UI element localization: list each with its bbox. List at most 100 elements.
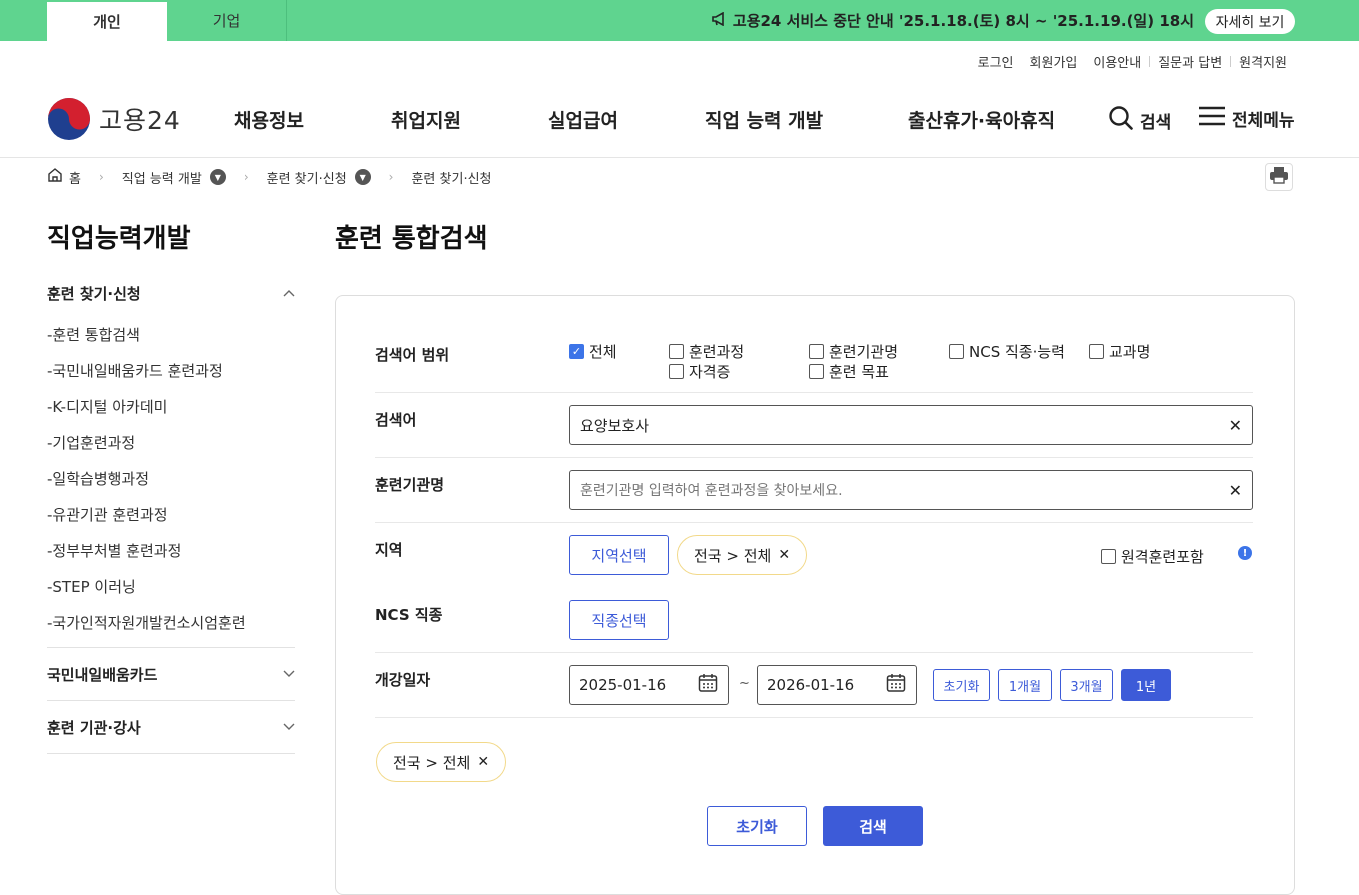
page-title: 훈련 통합검색 (335, 224, 488, 254)
checkbox-checked-icon: ✓ (569, 344, 584, 359)
nav-employment-support[interactable]: 취업지원 (391, 106, 461, 133)
keyword-input[interactable]: 요양보호사 ✕ (569, 405, 1253, 445)
checkbox-label: NCS 직종·능력 (969, 343, 1065, 361)
signup-link[interactable]: 회원가입 (1022, 52, 1086, 71)
chevron-right-icon: › (388, 170, 394, 184)
end-date-value: 2026-01-16 (767, 676, 855, 694)
sidebar-item-card-courses[interactable]: -국민내일배움카드 훈련과정 (47, 352, 295, 388)
scope-goal-checkbox[interactable]: 훈련 목표 (809, 361, 889, 382)
chevron-up-icon (283, 287, 295, 300)
selected-filter-chip[interactable]: 전국 > 전체 ✕ (376, 742, 507, 782)
checkbox-label: 교과명 (1109, 343, 1151, 361)
qna-link[interactable]: 질문과 답변 (1150, 52, 1230, 71)
all-menu-button[interactable]: 전체메뉴 (1198, 105, 1295, 132)
sidebar-item-consortium[interactable]: -국가인적자원개발컨소시엄훈련 (47, 604, 295, 640)
utility-links: 로그인 회원가입 이용안내 질문과 답변 원격지원 (970, 52, 1295, 71)
tab-business[interactable]: 기업 (167, 0, 287, 41)
breadcrumb-skill-development[interactable]: 직업 능력 개발 ▼ (122, 168, 226, 187)
nav-jobs[interactable]: 채용정보 (234, 106, 304, 133)
checkbox-icon (949, 344, 964, 359)
scope-course-checkbox[interactable]: 훈련과정 (669, 341, 744, 362)
calendar-icon[interactable] (698, 673, 718, 697)
header-search-button[interactable]: 검색 (1108, 105, 1171, 136)
nav-skill-development[interactable]: 직업 능력 개발 (705, 106, 823, 133)
sidebar-section-card[interactable]: 국민내일배움카드 (47, 664, 295, 685)
sidebar-item-k-digital[interactable]: -K-디지털 아카데미 (47, 388, 295, 424)
checkbox-icon (669, 344, 684, 359)
print-button[interactable] (1265, 163, 1293, 191)
breadcrumb-training-search[interactable]: 훈련 찾기·신청 ▼ (267, 168, 371, 187)
chevron-right-icon: › (243, 170, 249, 184)
sidebar-section-label: 훈련 기관·강사 (47, 719, 141, 737)
nav-unemployment-benefit[interactable]: 실업급여 (548, 106, 618, 133)
period-1year-button[interactable]: 1년 (1121, 669, 1171, 701)
remote-training-checkbox[interactable]: 원격훈련포함 (1101, 546, 1204, 567)
taegeuk-logo-icon (47, 97, 91, 141)
row-divider (375, 457, 1253, 458)
guide-link[interactable]: 이용안내 (1085, 52, 1149, 71)
nav-parental-leave[interactable]: 출산휴가·육아휴직 (908, 106, 1055, 133)
sidebar-item-related-agency[interactable]: -유관기관 훈련과정 (47, 496, 295, 532)
scope-certificate-checkbox[interactable]: 자격증 (669, 361, 730, 382)
scope-subject-checkbox[interactable]: 교과명 (1089, 341, 1150, 362)
clear-icon[interactable]: ✕ (1229, 416, 1242, 435)
chevron-down-icon (283, 721, 295, 734)
sidebar-divider (47, 647, 295, 648)
reset-button[interactable]: 초기화 (707, 806, 807, 846)
sidebar-divider (47, 753, 295, 754)
region-chip[interactable]: 전국 > 전체 ✕ (677, 535, 808, 575)
date-range-separator: ~ (739, 676, 750, 691)
remote-support-link[interactable]: 원격지원 (1231, 52, 1295, 71)
checkbox-icon (1101, 549, 1116, 564)
search-panel (335, 295, 1295, 895)
calendar-icon[interactable] (886, 673, 906, 697)
end-date-input[interactable]: 2026-01-16 (757, 665, 917, 705)
sidebar-section-training-search[interactable]: 훈련 찾기·신청 (47, 283, 295, 304)
tab-personal[interactable]: 개인 (47, 0, 167, 41)
period-reset-button[interactable]: 초기화 (933, 669, 990, 701)
logo[interactable]: 고용24 (47, 97, 181, 141)
search-icon (1108, 105, 1134, 136)
sidebar-item-company-training[interactable]: -기업훈련과정 (47, 424, 295, 460)
clear-icon[interactable]: ✕ (1229, 481, 1242, 500)
ncs-label: NCS 직종 (375, 606, 443, 624)
breadcrumb-label: 직업 능력 개발 (121, 171, 202, 187)
checkbox-label: 원격훈련포함 (1121, 548, 1204, 566)
checkbox-label: 훈련기관명 (829, 343, 899, 361)
close-icon[interactable]: ✕ (778, 547, 790, 563)
sidebar-item-integrated-search[interactable]: -훈련 통합검색 (47, 316, 295, 352)
sidebar-item-ministry[interactable]: -정부부처별 훈련과정 (47, 532, 295, 568)
sidebar-item-step-elearning[interactable]: -STEP 이러닝 (47, 568, 295, 604)
logo-text: 고용24 (99, 106, 181, 135)
start-date-input[interactable]: 2025-01-16 (569, 665, 729, 705)
keyword-label: 검색어 (375, 411, 417, 429)
period-1month-button[interactable]: 1개월 (998, 669, 1052, 701)
breadcrumb-home[interactable]: 홈 (47, 167, 81, 187)
sidebar-section-institution[interactable]: 훈련 기관·강사 (47, 717, 295, 738)
dropdown-icon[interactable]: ▼ (354, 169, 371, 185)
scope-institution-checkbox[interactable]: 훈련기관명 (809, 341, 898, 362)
info-icon[interactable]: ! (1238, 546, 1252, 560)
login-link[interactable]: 로그인 (970, 52, 1022, 71)
chevron-right-icon: › (98, 170, 104, 184)
service-notice[interactable]: 고용24 서비스 중단 안내 '25.1.18.(토) 8시 ~ '25.1.1… (712, 0, 1194, 41)
row-divider (375, 717, 1253, 718)
breadcrumb: 홈 › 직업 능력 개발 ▼ › 훈련 찾기·신청 ▼ › 훈련 찾기·신청 (47, 167, 492, 187)
sidebar-title: 직업능력개발 (47, 224, 191, 254)
sidebar-item-work-study[interactable]: -일학습병행과정 (47, 460, 295, 496)
detail-button[interactable]: 자세히 보기 (1205, 9, 1295, 34)
checkbox-icon (809, 364, 824, 379)
row-divider (375, 522, 1253, 523)
dropdown-icon[interactable]: ▼ (209, 169, 226, 185)
close-icon[interactable]: ✕ (477, 754, 489, 770)
hamburger-icon (1198, 105, 1226, 132)
breadcrumb-current: 훈련 찾기·신청 (411, 168, 491, 187)
search-button[interactable]: 검색 (823, 806, 923, 846)
scope-all-checkbox[interactable]: ✓ 전체 (569, 341, 617, 362)
institution-input[interactable]: 훈련기관명 입력하여 훈련과정을 찾아보세요. ✕ (569, 470, 1253, 510)
period-3month-button[interactable]: 3개월 (1060, 669, 1113, 701)
ncs-select-button[interactable]: 직종선택 (569, 600, 669, 640)
scope-ncs-checkbox[interactable]: NCS 직종·능력 (949, 341, 1065, 362)
scope-label: 검색어 범위 (375, 346, 450, 364)
region-select-button[interactable]: 지역선택 (569, 535, 669, 575)
